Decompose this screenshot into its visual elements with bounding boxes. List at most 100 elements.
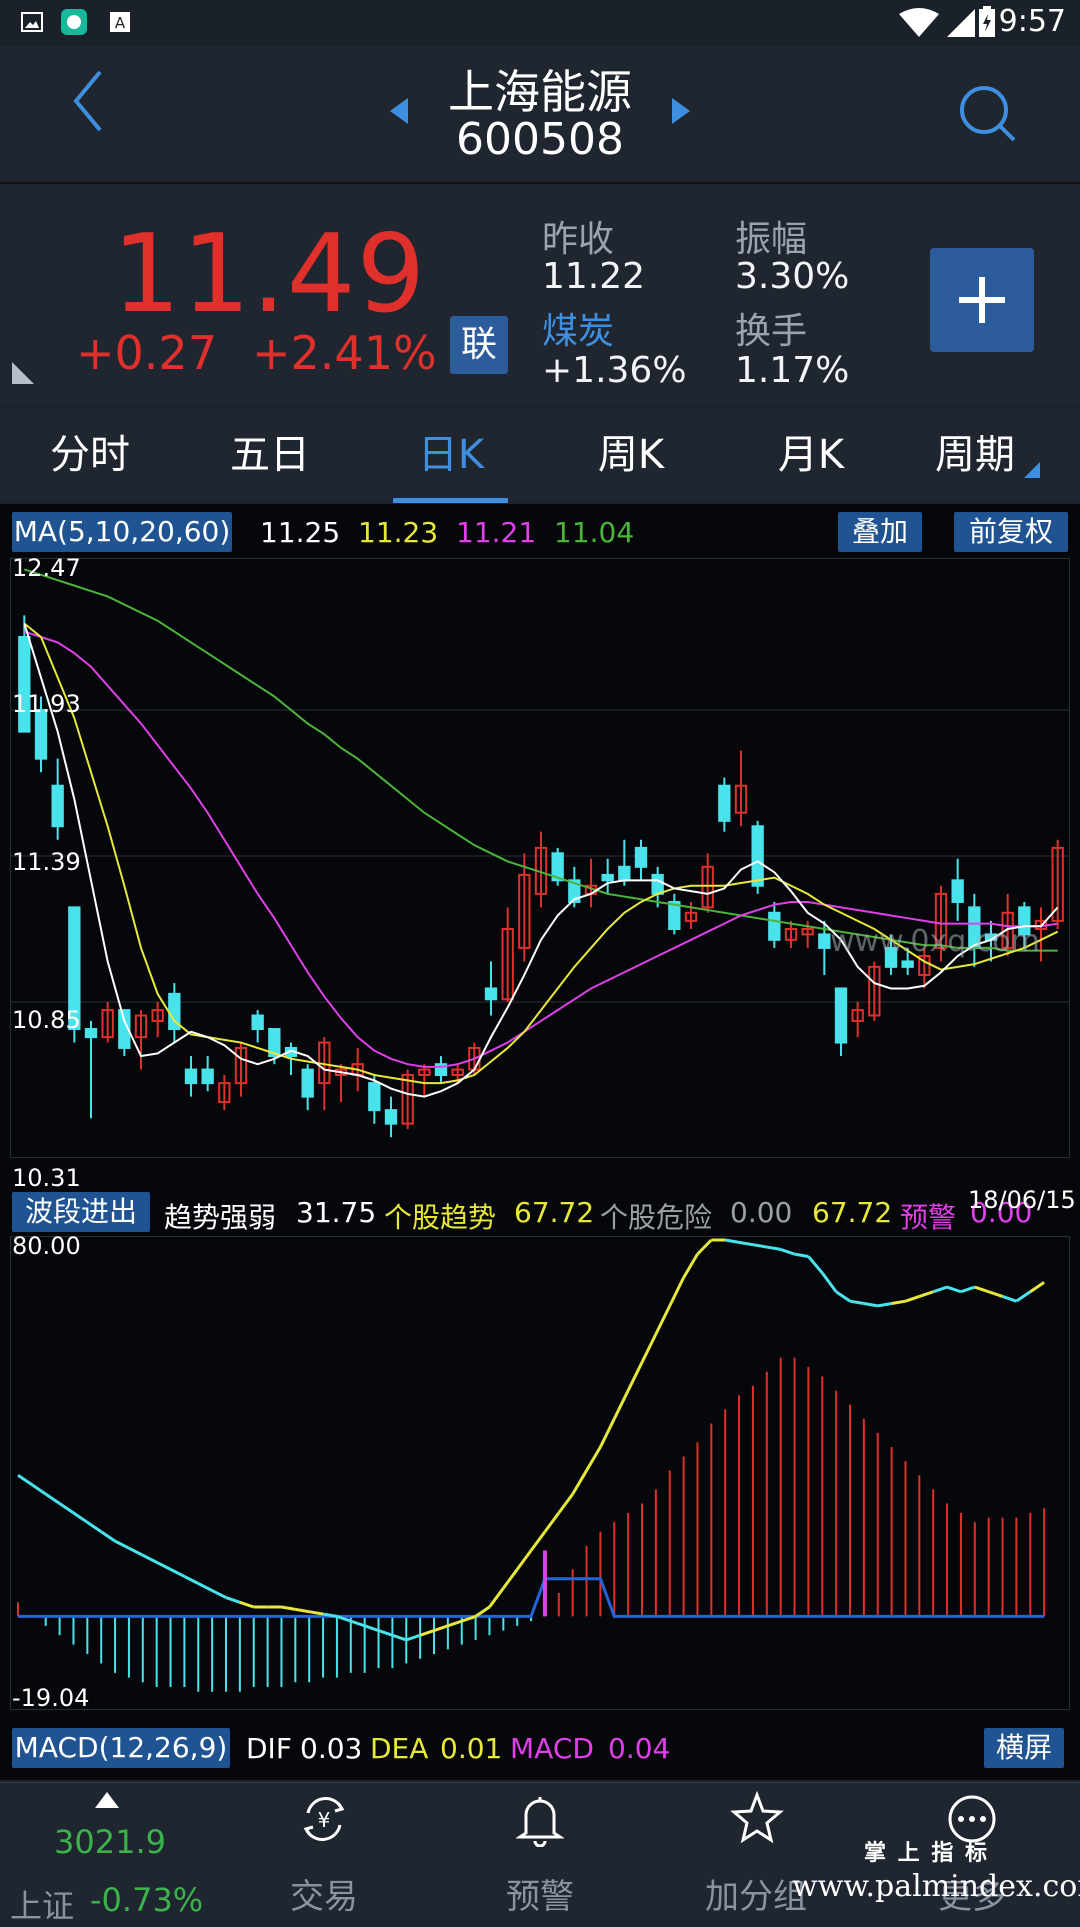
price-adjust-button[interactable]: 前复权 — [954, 512, 1068, 552]
back-arrow-icon[interactable] — [68, 68, 108, 134]
nav-trade-label: 交易 — [290, 1877, 358, 1917]
tab-intraday[interactable]: 分时 — [15, 408, 165, 502]
tab-weekly-k[interactable]: 周K — [556, 408, 706, 502]
macd-settings-button[interactable]: MACD(12,26,9) — [12, 1728, 230, 1768]
macd-value: 0.04 — [608, 1732, 671, 1765]
indicator-line-segment — [863, 1302, 878, 1308]
candle-body — [901, 960, 914, 968]
indicator-line-segment — [988, 1290, 1004, 1298]
indicator-line-segment — [17, 1474, 33, 1486]
linked-button[interactable]: 联 — [450, 316, 508, 374]
macd-label: MACD — [510, 1732, 594, 1765]
text-notification-icon: A — [110, 12, 130, 32]
indicator-line-segment — [58, 1502, 75, 1515]
candle-body — [251, 1014, 264, 1031]
turnover-value: 1.17% — [735, 350, 850, 391]
star-icon — [730, 1791, 784, 1844]
nav-alert[interactable]: 预警 — [470, 1783, 610, 1921]
indicator-line-segment — [31, 1483, 47, 1496]
svg-text:¥: ¥ — [318, 1808, 331, 1832]
indicator-line-segment — [1002, 1295, 1017, 1303]
index-name: 上证 — [10, 1887, 75, 1925]
indicator-line-segment — [169, 1568, 186, 1578]
sector-label[interactable]: 煤炭 — [542, 302, 614, 354]
svg-text:A: A — [115, 14, 126, 32]
indicator-line-segment — [835, 1290, 851, 1303]
candle-body — [184, 1068, 198, 1085]
indicator-line-segment — [433, 1624, 449, 1632]
indicator-chart[interactable] — [10, 1236, 1070, 1710]
chart-date: 18/06/15 — [968, 1186, 1076, 1214]
indicator-line-segment — [1015, 1290, 1032, 1303]
indicator-line-segment — [197, 1582, 213, 1592]
candle-body — [768, 911, 781, 941]
up-triangle-icon — [95, 1792, 119, 1808]
indicator-line-segment — [239, 1600, 255, 1609]
indicator-y-top: 80.00 — [12, 1232, 81, 1260]
kline-y-label-3: 11.39 — [12, 848, 81, 876]
landscape-button[interactable]: 横屏 — [984, 1728, 1064, 1768]
tab-period[interactable]: 周期 — [900, 408, 1050, 502]
dif-value: 0.03 — [300, 1732, 363, 1765]
candle-body — [834, 987, 848, 1044]
indicator-line-segment — [807, 1255, 824, 1274]
candle-body — [651, 873, 664, 895]
prev-close-label: 昨收 — [542, 219, 615, 260]
ma-settings-button[interactable]: MA(5,10,20,60) — [12, 512, 232, 552]
amplitude-value: 3.30% — [735, 256, 850, 297]
indicator-line-segment — [780, 1247, 796, 1256]
indicator-line-segment — [543, 1512, 561, 1533]
dropdown-corner-icon — [1024, 462, 1040, 478]
indicator-line-segment — [821, 1272, 838, 1293]
indicator-line-segment — [696, 1238, 713, 1256]
status-bar: A 9:57 — [0, 0, 1080, 46]
indicator-line-segment — [44, 1492, 61, 1505]
indicator-line-segment — [72, 1511, 89, 1524]
indicator-line-segment — [308, 1610, 324, 1616]
prev-close-value: 11.22 — [542, 256, 646, 297]
kline-y-label-bottom: 10.31 — [12, 1164, 81, 1192]
yen-exchange-icon: ¥ — [303, 1797, 345, 1841]
sector-change: +1.36% — [542, 350, 687, 391]
nav-trade[interactable]: ¥ 交易 — [254, 1783, 394, 1921]
indicator-line-segment — [599, 1418, 616, 1448]
indicator-line-segment — [654, 1305, 672, 1335]
app-notification-icon — [61, 9, 87, 35]
candle-body — [618, 865, 631, 882]
indicator-line-segment — [350, 1619, 366, 1628]
dea-label: DEA — [370, 1732, 429, 1765]
indicator-line-segment — [183, 1575, 199, 1585]
indicator-line-segment — [904, 1295, 920, 1303]
kline-chart[interactable] — [10, 558, 1070, 1158]
indicator-line-segment — [571, 1469, 588, 1495]
indicator-line-segment — [766, 1245, 781, 1251]
tab-daily-k[interactable]: 日K — [376, 408, 526, 502]
tab-monthly-k[interactable]: 月K — [736, 408, 886, 502]
dea-value: 0.01 — [440, 1732, 503, 1765]
price-change: +0.27 — [76, 326, 217, 380]
indicator-line-segment — [378, 1629, 393, 1637]
chart-area: MA(5,10,20,60) 11.25 11.23 11.21 11.04 叠… — [0, 504, 1080, 1780]
chart-watermark: www.0xq.com — [830, 924, 1040, 959]
candle-body — [818, 933, 831, 949]
indicator-line-segment — [918, 1290, 934, 1298]
indicator-select-button[interactable]: 波段进出 — [12, 1192, 150, 1232]
index-value: 3021.9 — [54, 1823, 166, 1861]
candle-body — [301, 1068, 314, 1098]
candle-body — [484, 987, 498, 1001]
overlay-button[interactable]: 叠加 — [838, 512, 922, 552]
next-stock-icon[interactable] — [668, 96, 692, 126]
search-icon[interactable] — [956, 82, 1020, 146]
stock-risk-value: 0.00 — [730, 1196, 793, 1229]
index-ticker[interactable]: 3021.9 上证 -0.73% — [0, 1783, 216, 1925]
indicator-line-segment — [626, 1361, 644, 1392]
trend-strength-value: 31.75 — [296, 1196, 377, 1229]
indicator-line-segment — [974, 1285, 990, 1294]
wifi-icon — [899, 8, 939, 37]
indicator-line-segment — [405, 1633, 421, 1642]
amplitude-label: 振幅 — [735, 219, 808, 260]
candle-body — [751, 825, 764, 887]
tab-five-day[interactable]: 五日 — [195, 408, 345, 502]
price-change-percent: +2.41% — [252, 326, 437, 380]
add-watchlist-button[interactable] — [930, 248, 1034, 352]
